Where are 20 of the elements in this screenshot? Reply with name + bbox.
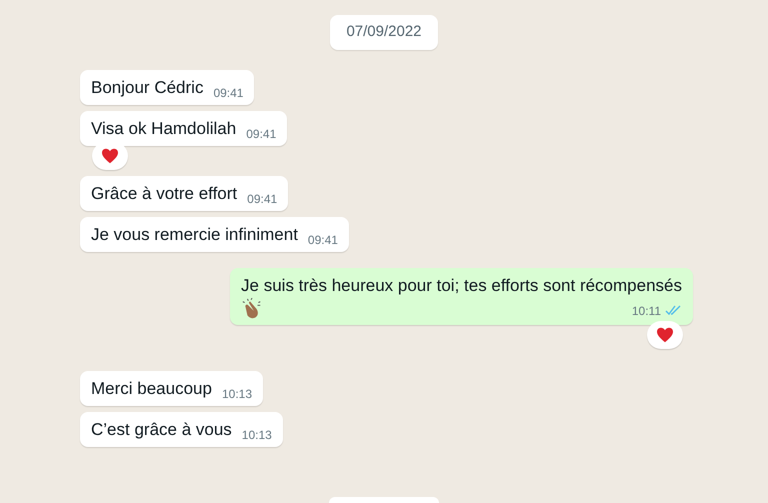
heart-icon (101, 148, 119, 164)
double-check-icon (665, 305, 682, 316)
message-text: Merci beaucoup (91, 378, 212, 400)
reaction-badge[interactable] (92, 142, 128, 170)
message-time: 09:41 (213, 84, 244, 102)
message-text: Je suis très heureux pour toi; tes efforts sont récompensés (241, 274, 682, 296)
message-text: C’est grâce à vous (91, 418, 232, 440)
clapping-hands-icon (241, 298, 264, 320)
message-time: 10:13 (242, 426, 272, 444)
message-text: Bonjour Cédric (91, 76, 204, 98)
message-time: 09:41 (246, 126, 276, 142)
message-time: 10:13 (222, 386, 252, 402)
message-text: Je vous remercie infiniment (91, 224, 298, 246)
message-time: 09:41 (247, 190, 278, 208)
heart-icon (656, 326, 674, 342)
message-text: Grâce à votre effort (91, 182, 238, 204)
message-text: Visa ok Hamdolilah (91, 118, 236, 140)
message-time: 10:11 (632, 302, 661, 320)
reaction-badge[interactable] (647, 320, 683, 348)
message-time: 09:41 (308, 232, 338, 248)
